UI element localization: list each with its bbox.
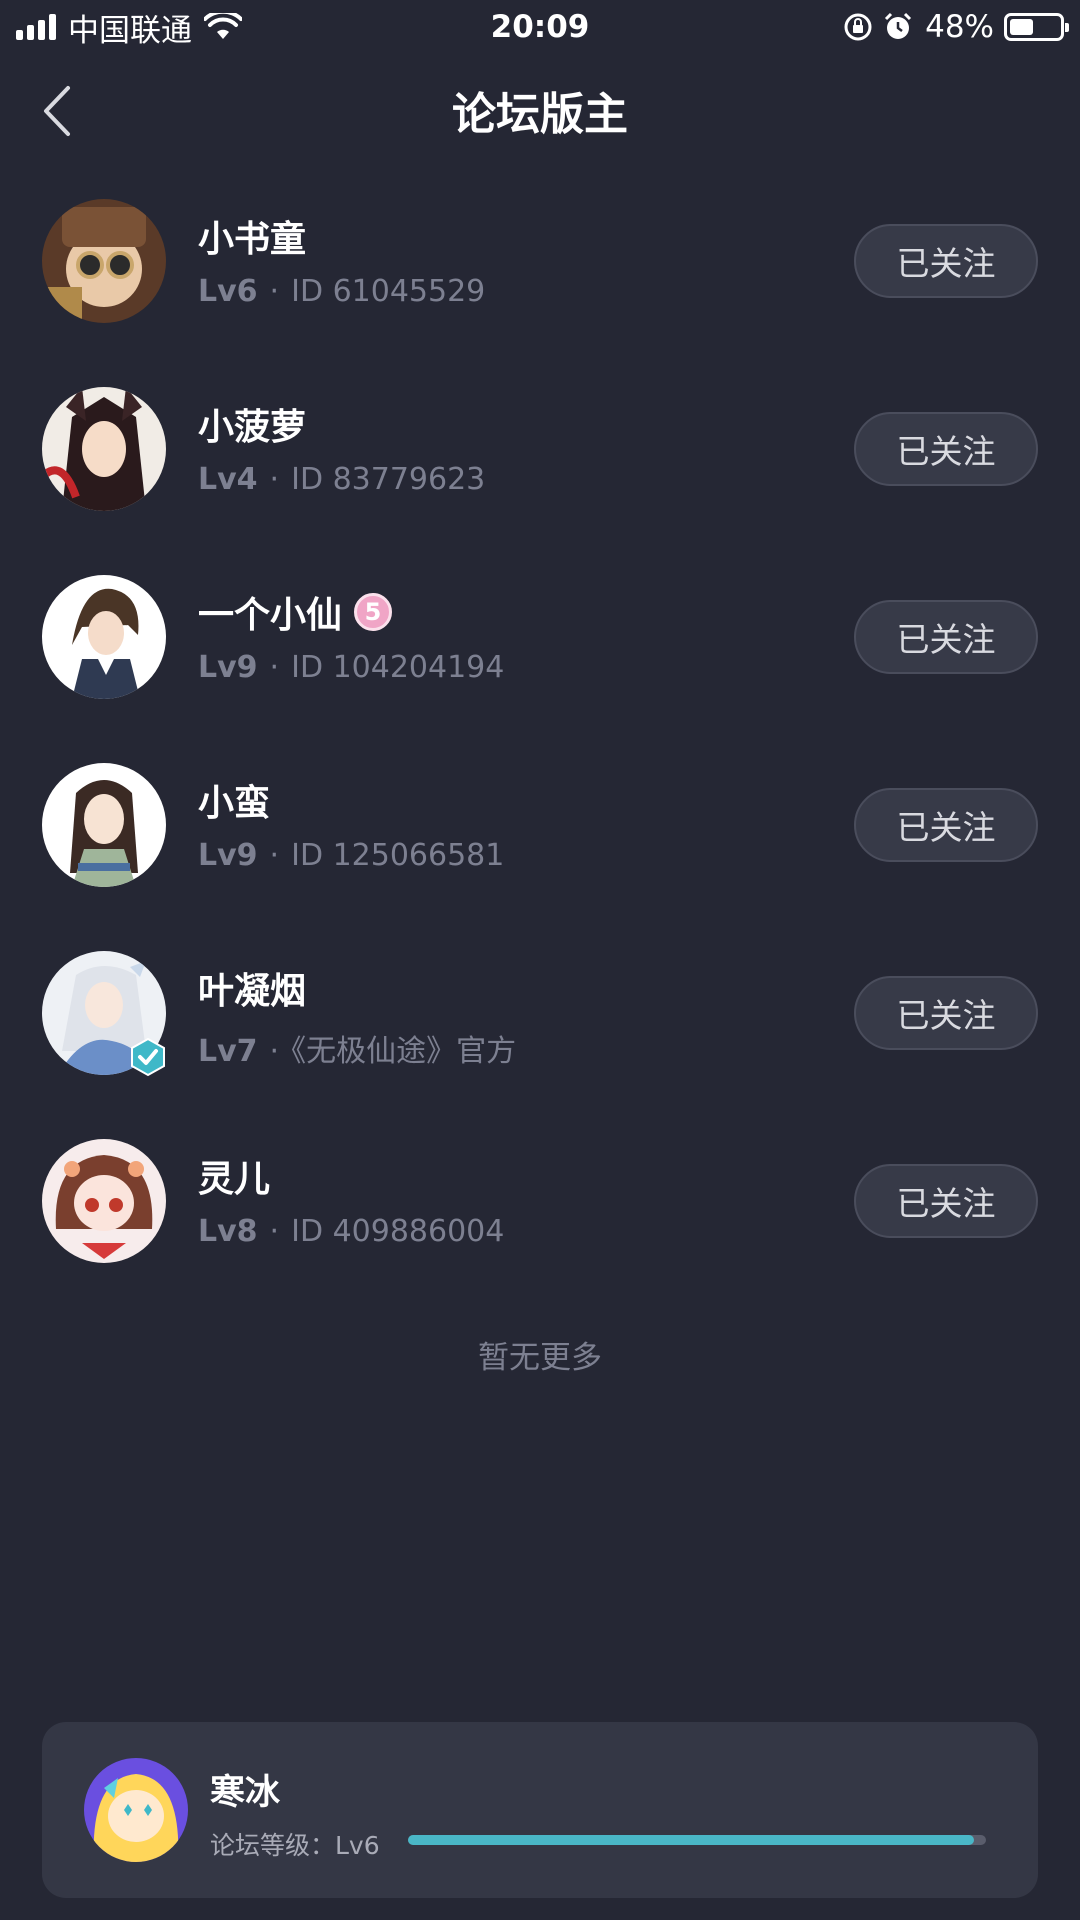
avatar[interactable] <box>42 199 166 323</box>
moderator-row[interactable]: 小蛮 Lv9 · ID 125066581 已关注 <box>0 726 1080 914</box>
level-label: Lv6 <box>198 274 258 309</box>
carrier-label: 中国联通 <box>68 12 192 49</box>
battery-percent: 48% <box>925 9 994 45</box>
no-more-text: 暂无更多 <box>478 1340 602 1376</box>
avatar[interactable] <box>42 951 166 1077</box>
followed-button[interactable]: 已关注 <box>854 1164 1038 1238</box>
moderator-info: 《无极仙途》官方 <box>291 1034 517 1069</box>
moderator-meta: Lv7 · 《无极仙途》官方 <box>198 1034 517 1069</box>
level-label: Lv7 <box>198 1034 258 1069</box>
followed-button[interactable]: 已关注 <box>854 412 1038 486</box>
moderator-meta: Lv9 · ID 125066581 <box>198 838 505 873</box>
moderator-row[interactable]: 一个小仙 5 Lv9 · ID 104204194 已关注 <box>0 538 1080 726</box>
avatar[interactable] <box>42 763 166 887</box>
moderator-meta: Lv8 · ID 409886004 <box>198 1214 505 1249</box>
moderator-row[interactable]: 小书童 Lv6 · ID 61045529 已关注 <box>0 162 1080 350</box>
moderator-name: 小蛮 <box>198 783 271 824</box>
page-title: 论坛版主 <box>452 89 628 140</box>
followed-button[interactable]: 已关注 <box>854 976 1038 1050</box>
moderator-name: 一个小仙 5 <box>198 586 393 638</box>
moderator-name: 叶凝烟 <box>198 971 307 1012</box>
moderator-name-text: 一个小仙 <box>198 595 343 636</box>
alarm-icon <box>885 12 912 39</box>
level-label: Lv4 <box>198 462 258 497</box>
avatar[interactable] <box>42 1139 166 1263</box>
forum-level-label: 论坛等级：Lv6 <box>210 1831 380 1860</box>
moderator-id: ID 61045529 <box>291 274 486 309</box>
signal-icon <box>16 14 56 40</box>
moderator-name: 小菠萝 <box>198 407 307 448</box>
moderator-id: ID 125066581 <box>291 838 505 873</box>
header: 论坛版主 <box>0 60 1080 160</box>
level-progress-fill <box>408 1835 975 1845</box>
followed-button[interactable]: 已关注 <box>854 600 1038 674</box>
user-name: 寒冰 <box>210 1773 281 1813</box>
moderator-meta: Lv6 · ID 61045529 <box>198 274 486 309</box>
moderator-id: ID 104204194 <box>291 650 505 685</box>
avatar[interactable] <box>42 575 166 699</box>
level-badge-icon: 5 <box>354 593 393 631</box>
moderator-row[interactable]: 小菠萝 Lv4 · ID 83779623 已关注 <box>0 350 1080 538</box>
moderator-meta: Lv4 · ID 83779623 <box>198 462 486 497</box>
level-label: Lv9 <box>198 838 258 873</box>
current-user-card: 寒冰 论坛等级：Lv6 <box>42 1722 1038 1898</box>
moderator-id: ID 83779623 <box>291 462 486 497</box>
level-progress-bar <box>408 1835 986 1845</box>
moderator-name: 灵儿 <box>198 1159 271 1200</box>
battery-icon <box>1004 13 1069 41</box>
verified-icon <box>131 1037 165 1077</box>
back-icon[interactable] <box>38 84 78 138</box>
wifi-icon <box>204 13 242 39</box>
followed-button[interactable]: 已关注 <box>854 788 1038 862</box>
moderator-list: 小书童 Lv6 · ID 61045529 已关注 小菠萝 Lv4 · ID 83779… <box>0 162 1080 1290</box>
status-bar: 中国联通 20:09 48% <box>0 0 1080 54</box>
avatar[interactable] <box>39 387 166 511</box>
level-label: Lv9 <box>198 650 258 685</box>
moderator-name: 小书童 <box>198 219 307 260</box>
level-label: Lv8 <box>198 1214 258 1249</box>
moderator-row[interactable]: 叶凝烟 Lv7 · 《无极仙途》官方 已关注 <box>0 914 1080 1102</box>
moderator-row[interactable]: 灵儿 Lv8 · ID 409886004 已关注 <box>0 1102 1080 1290</box>
rotation-lock-icon <box>844 13 872 41</box>
followed-button[interactable]: 已关注 <box>854 224 1038 298</box>
moderator-id: ID 409886004 <box>291 1214 505 1249</box>
user-avatar[interactable] <box>84 1758 188 1862</box>
battery-fill <box>1010 19 1034 35</box>
moderator-meta: Lv9 · ID 104204194 <box>198 650 505 685</box>
